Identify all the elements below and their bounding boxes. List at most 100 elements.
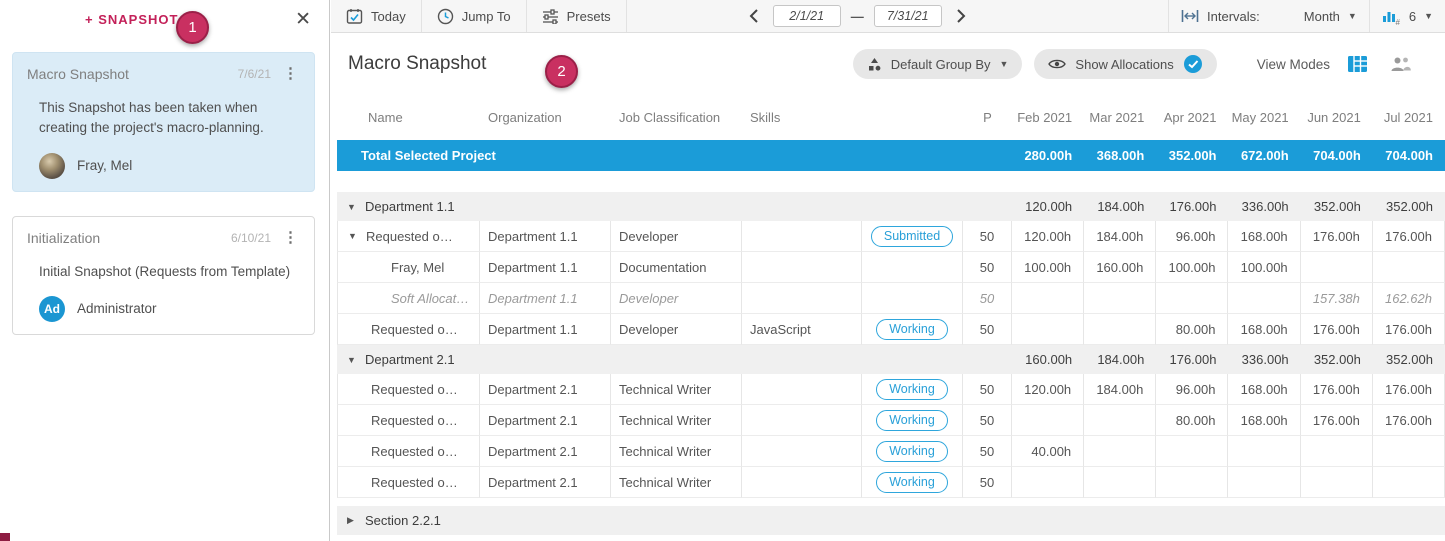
group-by-icon <box>867 57 882 72</box>
row-p: 50 <box>963 405 1012 436</box>
kebab-menu-icon[interactable]: ⋮ <box>281 66 300 81</box>
status-badge[interactable]: Working <box>876 319 948 340</box>
status-badge[interactable]: Working <box>876 410 948 431</box>
hours-cell <box>1301 436 1373 467</box>
row-name: Requested o… <box>337 436 480 467</box>
table-row-soft-allocation: Soft Allocat… Department 1.1 Developer 5… <box>337 283 1445 314</box>
group-hours: 176.00h <box>1156 192 1228 221</box>
hours-cell <box>1012 283 1084 314</box>
date-from-input[interactable] <box>773 5 841 27</box>
hours-cell: 100.00h <box>1012 252 1084 283</box>
jump-to-button[interactable]: Jump To <box>422 0 527 32</box>
kebab-menu-icon[interactable]: ⋮ <box>281 230 300 245</box>
clock-icon <box>437 8 454 25</box>
group-row-department-2-1[interactable]: ▼Department 2.1 160.00h 184.00h 176.00h … <box>337 345 1445 374</box>
collapse-icon[interactable]: ▼ <box>347 202 359 212</box>
status-badge[interactable]: Working <box>876 472 948 493</box>
group-row-section-2-2-1[interactable]: ▶ Section 2.2.1 <box>337 506 1445 535</box>
hours-cell <box>1084 436 1156 467</box>
main-panel: Today Jump To Presets — <box>331 0 1445 541</box>
hours-cell <box>1156 467 1228 498</box>
hours-cell <box>1084 283 1156 314</box>
snapshot-author: Fray, Mel <box>77 158 132 173</box>
col-header-p: P <box>963 95 1012 140</box>
hours-cell: 176.00h <box>1301 314 1373 345</box>
presets-button[interactable]: Presets <box>527 0 627 32</box>
group-hours: 336.00h <box>1228 192 1300 221</box>
status-badge[interactable]: Working <box>876 441 948 462</box>
total-hours: 704.00h <box>1373 140 1445 171</box>
status-badge[interactable]: Submitted <box>871 226 953 247</box>
row-skills <box>742 374 862 405</box>
row-job: Technical Writer <box>611 467 742 498</box>
table-row: Requested o… Department 2.1 Technical Wr… <box>337 436 1445 467</box>
row-name: Requested o… <box>337 314 480 345</box>
row-name: Soft Allocat… <box>337 283 480 314</box>
group-hours: 176.00h <box>1156 345 1228 374</box>
total-hours: 672.00h <box>1228 140 1300 171</box>
hours-cell <box>1228 436 1300 467</box>
col-header-month: Mar 2021 <box>1084 95 1156 140</box>
table-header-row: Name Organization Job Classification Ski… <box>337 95 1445 140</box>
corner-accent <box>0 533 10 541</box>
group-name: Section 2.2.1 <box>365 513 441 528</box>
intervals-control: Intervals: Month ▼ <box>1168 0 1369 32</box>
table-row: Requested o… Department 1.1 Developer Ja… <box>337 314 1445 345</box>
row-skills <box>742 283 862 314</box>
row-organization: Department 2.1 <box>480 436 611 467</box>
row-p: 50 <box>963 252 1012 283</box>
prev-period-icon[interactable] <box>745 8 763 24</box>
hours-cell: 184.00h <box>1084 374 1156 405</box>
hours-cell: 120.00h <box>1012 374 1084 405</box>
snapshot-card-macro[interactable]: Macro Snapshot 7/6/21 ⋮ This Snapshot ha… <box>12 52 315 192</box>
row-p: 50 <box>963 436 1012 467</box>
check-circle-icon <box>1183 54 1203 74</box>
row-name: Requested o… <box>337 405 480 436</box>
chevron-down-icon: ▼ <box>1348 11 1357 21</box>
row-job: Technical Writer <box>611 405 742 436</box>
page-header: Macro Snapshot 2 Default Group By ▼ Show… <box>331 33 1445 95</box>
total-row: Total Selected Project 280.00h 368.00h 3… <box>337 140 1445 171</box>
interval-select[interactable]: Month ▼ <box>1304 9 1357 24</box>
today-button[interactable]: Today <box>331 0 422 32</box>
svg-text:#: # <box>1395 18 1400 25</box>
snapshot-date: 6/10/21 <box>231 231 271 245</box>
row-p: 50 <box>963 283 1012 314</box>
total-hours: 280.00h <box>1012 140 1084 171</box>
group-hours <box>1228 506 1300 535</box>
snapshot-card-initialization[interactable]: Initialization 6/10/21 ⋮ Initial Snapsho… <box>12 216 315 335</box>
hours-cell <box>1012 467 1084 498</box>
group-name: Department 1.1 <box>365 199 455 214</box>
hours-cell: 96.00h <box>1156 374 1228 405</box>
hours-cell <box>1228 467 1300 498</box>
group-by-label: Default Group By <box>891 57 991 72</box>
row-organization: Department 1.1 <box>480 221 611 252</box>
add-snapshot-button[interactable]: + SNAPSHOT <box>85 12 178 27</box>
snapshot-description: Initial Snapshot (Requests from Template… <box>39 262 300 282</box>
collapse-icon[interactable]: ▼ <box>347 355 359 365</box>
close-icon[interactable]: ✕ <box>291 6 315 33</box>
total-label: Total Selected Project <box>337 140 1012 171</box>
collapse-icon[interactable]: ▼ <box>348 231 360 241</box>
row-skills <box>742 252 862 283</box>
col-header-month: Apr 2021 <box>1156 95 1228 140</box>
group-by-button[interactable]: Default Group By ▼ <box>853 49 1023 79</box>
table-view-mode-icon[interactable] <box>1342 55 1373 73</box>
hours-cell: 120.00h <box>1012 221 1084 252</box>
people-view-mode-icon[interactable] <box>1385 56 1417 72</box>
col-header-month: Jun 2021 <box>1301 95 1373 140</box>
group-row-department-1-1[interactable]: ▼Department 1.1 120.00h 184.00h 176.00h … <box>337 192 1445 221</box>
next-period-icon[interactable] <box>952 8 970 24</box>
date-to-input[interactable] <box>874 5 942 27</box>
status-badge[interactable]: Working <box>876 379 948 400</box>
interval-count-select[interactable]: 6 ▼ <box>1409 9 1433 24</box>
eye-icon <box>1048 58 1066 70</box>
snapshot-description: This Snapshot has been taken when creati… <box>39 98 300 139</box>
row-job: Developer <box>611 314 742 345</box>
row-organization: Department 2.1 <box>480 374 611 405</box>
show-allocations-toggle[interactable]: Show Allocations <box>1034 49 1216 79</box>
interval-count-control: # 6 ▼ <box>1369 0 1445 32</box>
calendar-icon <box>346 8 363 25</box>
expand-icon[interactable]: ▶ <box>347 515 359 526</box>
row-organization: Department 2.1 <box>480 405 611 436</box>
